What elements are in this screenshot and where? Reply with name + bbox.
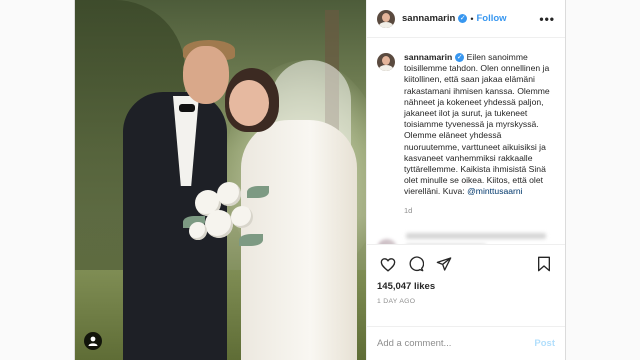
caption-row: sannamarin ✓ Eilen sanoimme toisillemme t… xyxy=(377,52,555,215)
comment-input[interactable] xyxy=(377,338,535,349)
follow-button[interactable]: Follow xyxy=(476,13,506,24)
caption-verified-badge-icon: ✓ xyxy=(455,53,465,62)
heart-icon[interactable] xyxy=(377,253,399,275)
dot-separator: • xyxy=(470,13,474,24)
more-options-icon[interactable]: ••• xyxy=(539,12,555,26)
user-tag-icon[interactable] xyxy=(84,332,102,350)
caption-username[interactable]: sannamarin xyxy=(404,52,452,62)
caption-avatar[interactable] xyxy=(377,53,395,71)
share-icon[interactable] xyxy=(433,253,455,275)
verified-badge-icon: ✓ xyxy=(458,14,468,23)
blurred-comment-text xyxy=(406,232,546,244)
avatar[interactable] xyxy=(377,9,395,28)
photo-bride-face xyxy=(229,80,269,126)
comments-section[interactable]: sannamarin ✓ Eilen sanoimme toisillemme t… xyxy=(367,38,565,244)
comment-icon[interactable] xyxy=(405,253,427,275)
caption-time-ago: 1d xyxy=(404,205,413,215)
bookmark-icon[interactable] xyxy=(533,253,555,275)
post-comment-button[interactable]: Post xyxy=(534,338,555,349)
caption-body: sannamarin ✓ Eilen sanoimme toisillemme t… xyxy=(404,52,555,215)
header-username[interactable]: sannamarin xyxy=(402,13,455,24)
photo-bouquet xyxy=(183,176,271,260)
photo-groom-bowtie xyxy=(179,104,195,112)
action-icons xyxy=(377,253,555,275)
caption-text: sannamarin ✓ Eilen sanoimme toisillemme t… xyxy=(404,52,555,198)
likes-count[interactable]: 145,047 likes xyxy=(377,281,555,292)
post-date: 1 DAY AGO xyxy=(377,298,416,305)
blurred-comment xyxy=(377,232,555,244)
caption-content: Eilen sanoimme toisillemme tahdon. Olen … xyxy=(404,52,550,197)
post-sidebar: sannamarin ✓ • Follow ••• sannamarin ✓ Ei… xyxy=(366,0,565,360)
add-comment-bar: Post xyxy=(367,326,565,360)
caption-mention-link[interactable]: @minttusaarni xyxy=(467,186,523,196)
post-photo[interactable] xyxy=(75,0,366,360)
post-header: sannamarin ✓ • Follow ••• xyxy=(367,0,565,38)
instagram-post: sannamarin ✓ • Follow ••• sannamarin ✓ Ei… xyxy=(74,0,566,360)
post-actions: 145,047 likes 1 DAY AGO Post xyxy=(367,244,565,360)
photo-groom-head xyxy=(183,46,229,104)
